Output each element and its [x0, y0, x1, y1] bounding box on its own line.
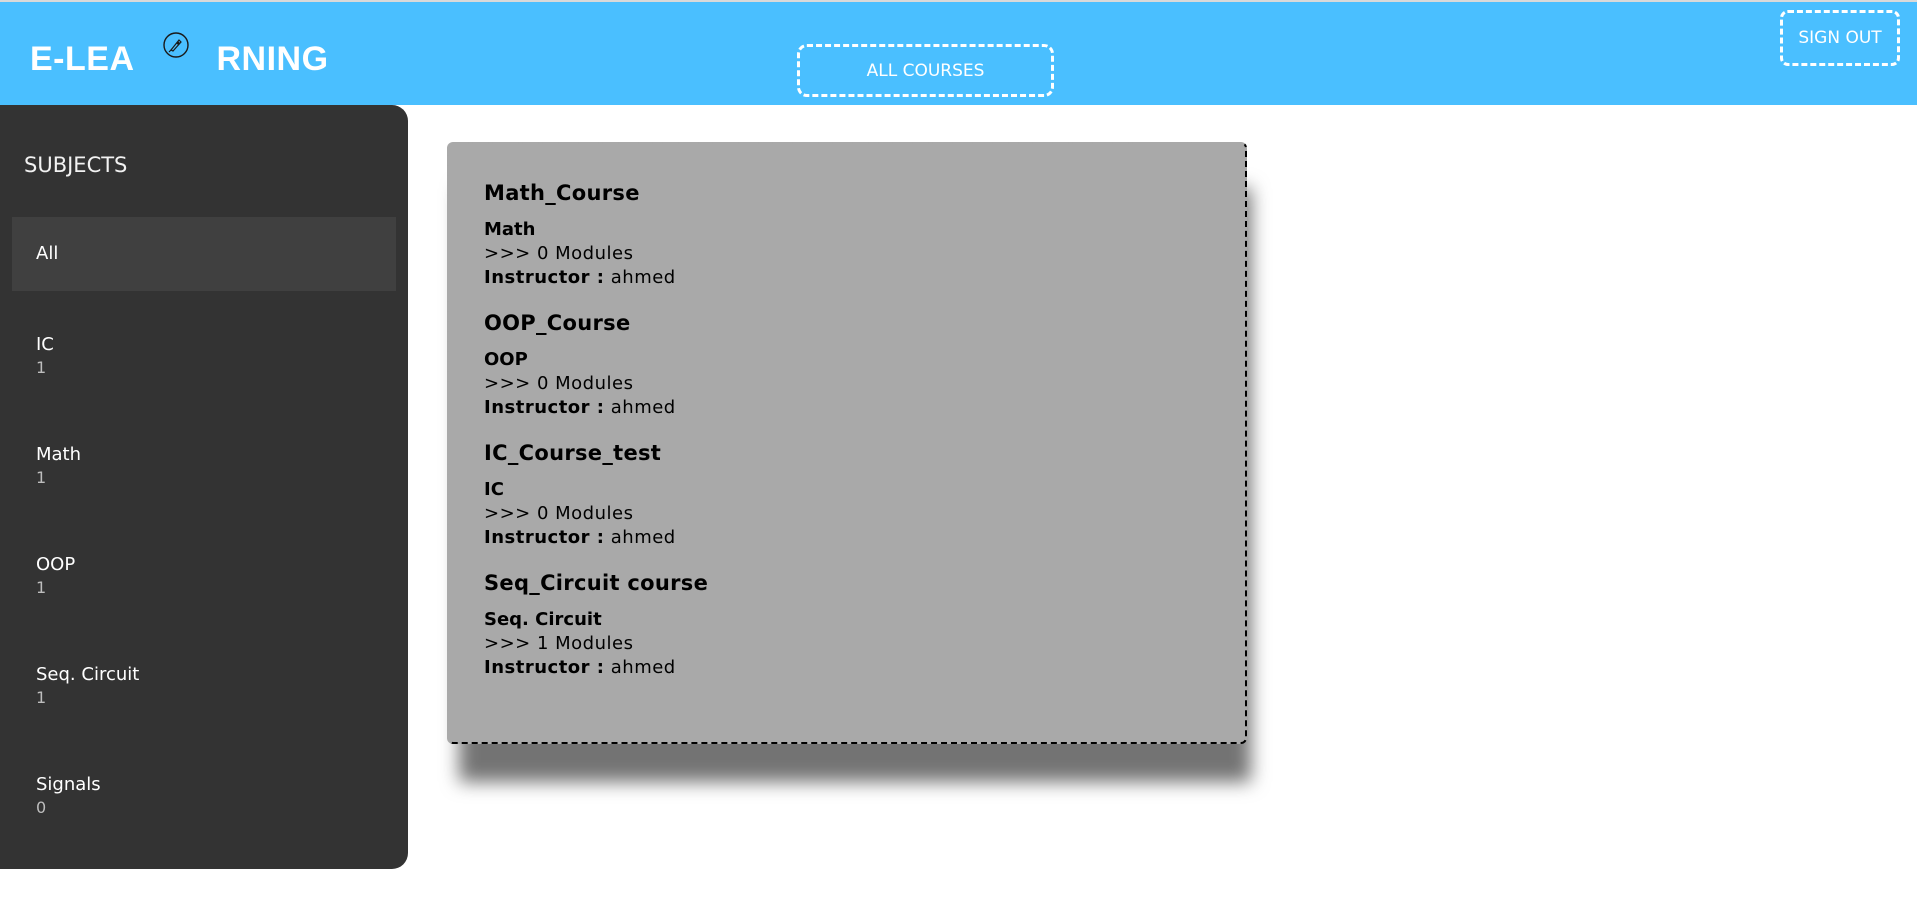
subject-name: Math [36, 444, 82, 465]
course-instructor: Instructor : ahmed [484, 396, 1245, 420]
instructor-label: Instructor : [484, 527, 605, 548]
subject-name: Signals [36, 774, 101, 795]
course-title: Math_Course [484, 181, 640, 205]
course-subject: IC [484, 479, 504, 500]
course-item[interactable]: Seq_Circuit course Seq. Circuit >>> 1 Mo… [484, 570, 1245, 680]
subject-count: 1 [36, 468, 47, 487]
course-title: Seq_Circuit course [484, 571, 709, 595]
all-courses-button[interactable]: ALL COURSES [797, 44, 1054, 97]
courses-card: Math_Course Math >>> 0 Modules Instructo… [447, 142, 1247, 744]
instructor-label: Instructor : [484, 657, 605, 678]
subject-name: Seq. Circuit [36, 664, 140, 685]
sidebar-title: SUBJECTS [24, 153, 128, 177]
subject-list: All IC 1 Math 1 OOP 1 Seq. Circuit 1 Sig… [12, 217, 396, 857]
sign-out-button[interactable]: SIGN OUT [1780, 10, 1900, 66]
instructor-name: ahmed [610, 267, 676, 288]
subject-item-signals[interactable]: Signals 0 [12, 747, 396, 857]
instructor-name: ahmed [610, 657, 676, 678]
course-instructor: Instructor : ahmed [484, 656, 1245, 680]
subject-item-ic[interactable]: IC 1 [12, 307, 396, 417]
subject-name: IC [36, 334, 54, 355]
instructor-label: Instructor : [484, 397, 605, 418]
course-modules: >>> 1 Modules [484, 633, 634, 654]
course-item[interactable]: IC_Course_test IC >>> 0 Modules Instruct… [484, 440, 1245, 550]
logo-text-left: E-LEA [30, 39, 135, 78]
subject-item-oop[interactable]: OOP 1 [12, 527, 396, 637]
logo[interactable]: E-LEA RNING [30, 32, 329, 84]
subject-count: 1 [36, 578, 47, 597]
course-subject: Math [484, 219, 536, 240]
course-instructor: Instructor : ahmed [484, 526, 1245, 550]
course-subject: OOP [484, 349, 528, 370]
course-modules: >>> 0 Modules [484, 243, 634, 264]
course-title: IC_Course_test [484, 441, 662, 465]
subject-item-seq-circuit[interactable]: Seq. Circuit 1 [12, 637, 396, 747]
top-navbar: E-LEA RNING ALL COURSES SIGN OUT [0, 0, 1917, 105]
logo-text-right: RNING [216, 39, 329, 78]
subject-count: 1 [36, 358, 47, 377]
course-title: OOP_Course [484, 311, 631, 335]
course-subject: Seq. Circuit [484, 609, 602, 630]
subject-item-all[interactable]: All [12, 217, 396, 291]
course-instructor: Instructor : ahmed [484, 266, 1245, 290]
subject-count: 1 [36, 688, 47, 707]
course-item[interactable]: Math_Course Math >>> 0 Modules Instructo… [484, 180, 1245, 290]
instructor-name: ahmed [610, 527, 676, 548]
subject-count: 0 [36, 798, 47, 817]
rocket-badge-icon [161, 30, 191, 60]
subject-name: OOP [36, 554, 76, 575]
subject-name: All [36, 243, 59, 264]
instructor-label: Instructor : [484, 267, 605, 288]
course-modules: >>> 0 Modules [484, 503, 634, 524]
subject-item-math[interactable]: Math 1 [12, 417, 396, 527]
subjects-sidebar: SUBJECTS All IC 1 Math 1 OOP 1 Seq. Circ… [0, 105, 408, 869]
course-item[interactable]: OOP_Course OOP >>> 0 Modules Instructor … [484, 310, 1245, 420]
instructor-name: ahmed [610, 397, 676, 418]
course-modules: >>> 0 Modules [484, 373, 634, 394]
